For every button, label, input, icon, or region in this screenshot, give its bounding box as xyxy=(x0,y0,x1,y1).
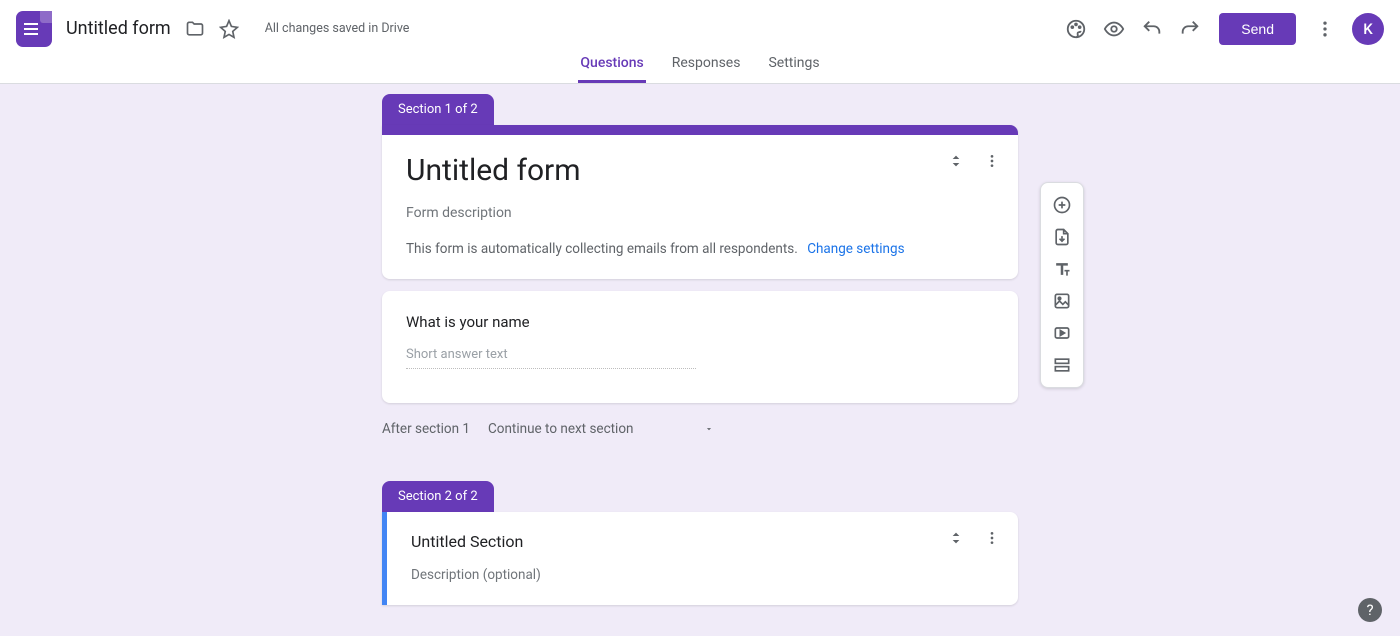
add-image-icon[interactable] xyxy=(1044,285,1080,317)
form-title[interactable]: Untitled form xyxy=(66,18,171,39)
preview-icon[interactable] xyxy=(1095,10,1133,48)
form-description-input[interactable]: Form description xyxy=(406,205,994,221)
undo-icon[interactable] xyxy=(1133,10,1171,48)
move-to-folder-icon[interactable] xyxy=(183,17,207,41)
change-settings-link[interactable]: Change settings xyxy=(807,241,904,257)
forms-logo-icon[interactable] xyxy=(16,11,52,47)
form-title-input[interactable]: Untitled form xyxy=(406,153,994,189)
question-card-1[interactable]: What is your name Short answer text xyxy=(382,291,1018,403)
tab-questions[interactable]: Questions xyxy=(578,51,645,83)
card-more-icon[interactable] xyxy=(984,530,1000,546)
palette-icon[interactable] xyxy=(1057,10,1095,48)
collapse-icon[interactable] xyxy=(948,530,964,546)
tab-settings[interactable]: Settings xyxy=(766,51,821,83)
add-video-icon[interactable] xyxy=(1044,317,1080,349)
email-notice-text: This form is automatically collecting em… xyxy=(406,241,798,257)
save-status: All changes saved in Drive xyxy=(265,21,410,36)
section1-badge: Section 1 of 2 xyxy=(382,94,494,125)
email-collection-notice: This form is automatically collecting em… xyxy=(406,241,994,257)
after-section-option: Continue to next section xyxy=(488,421,634,437)
question-title[interactable]: What is your name xyxy=(406,313,994,331)
app-header: Untitled form All changes saved in Drive… xyxy=(0,0,1400,84)
import-questions-icon[interactable] xyxy=(1044,221,1080,253)
tab-responses[interactable]: Responses xyxy=(670,51,743,83)
collapse-icon[interactable] xyxy=(948,153,964,169)
short-answer-placeholder: Short answer text xyxy=(406,347,696,369)
add-question-icon[interactable] xyxy=(1044,189,1080,221)
section2-badge: Section 2 of 2 xyxy=(382,481,494,512)
after-section-row: After section 1 Continue to next section xyxy=(382,417,1018,441)
add-title-icon[interactable] xyxy=(1044,253,1080,285)
header-top-row: Untitled form All changes saved in Drive… xyxy=(0,0,1400,51)
avatar[interactable]: K xyxy=(1352,13,1384,45)
chevron-down-icon xyxy=(704,424,714,434)
main-tabs: Questions Responses Settings xyxy=(0,51,1400,83)
star-icon[interactable] xyxy=(217,17,241,41)
add-section-icon[interactable] xyxy=(1044,349,1080,381)
form-header-card[interactable]: Untitled form Form description This form… xyxy=(382,125,1018,279)
help-icon[interactable]: ? xyxy=(1358,598,1382,622)
redo-icon[interactable] xyxy=(1171,10,1209,48)
more-icon[interactable] xyxy=(1306,10,1344,48)
after-section-dropdown[interactable]: Continue to next section xyxy=(482,417,720,441)
card-more-icon[interactable] xyxy=(984,153,1000,169)
section2-header-card[interactable]: Untitled Section Description (optional) xyxy=(382,512,1018,605)
send-button[interactable]: Send xyxy=(1219,13,1296,45)
question-toolbar xyxy=(1040,182,1084,388)
section2-title-input[interactable]: Untitled Section xyxy=(411,532,994,551)
after-section-label: After section 1 xyxy=(382,421,470,437)
section2-description-input[interactable]: Description (optional) xyxy=(411,567,994,583)
